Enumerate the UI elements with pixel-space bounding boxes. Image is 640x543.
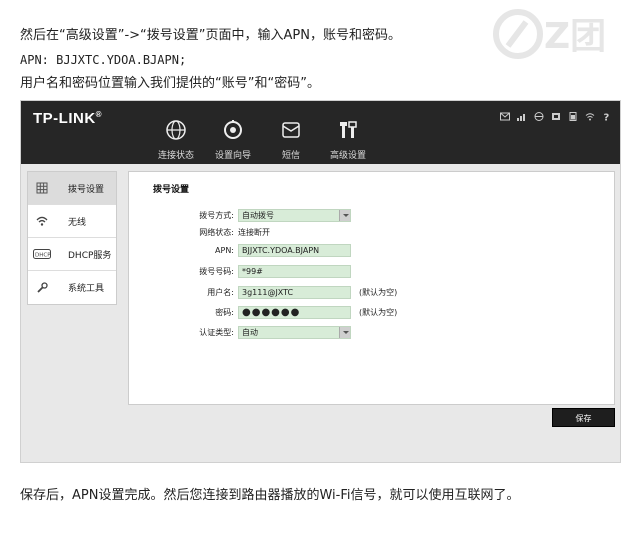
dial-icon <box>36 182 48 194</box>
field-label: APN: <box>215 245 234 255</box>
svg-text:DHCP: DHCP <box>35 253 51 259</box>
net-status-value: 连接断开 <box>238 227 270 237</box>
field-label: 用户名: <box>207 287 234 297</box>
nav-label: 短信 <box>281 151 300 161</box>
field-label: 拨号方式: <box>199 210 234 220</box>
dial-mode-select[interactable]: 自动拨号 <box>238 208 351 222</box>
chevron-down-icon <box>339 209 350 221</box>
mail-icon[interactable] <box>500 106 510 121</box>
field-row-apn: APN: BJJXTC.YDOA.BJAPN <box>129 243 351 257</box>
field-label: 网络状态: <box>199 227 234 237</box>
sidebar-item-label: DHCP服务 <box>68 250 112 261</box>
router-screenshot: TP-LINK® 连接状态 设置向导 短信 高级设置 ? 拨号设置 无线 DHC… <box>20 100 621 463</box>
nav-setup-wizard[interactable]: 设置向导 <box>201 119 265 161</box>
field-label: 密码: <box>215 307 234 317</box>
nav-label: 连接状态 <box>157 151 194 161</box>
battery-icon <box>568 106 578 121</box>
field-row-dial-number: 拨号号码: *99# <box>129 264 351 278</box>
tools-icon <box>340 121 357 138</box>
sidebar-item-dial-settings[interactable]: 拨号设置 <box>28 172 116 205</box>
password-input[interactable]: ●●●●●● <box>238 305 351 319</box>
field-row-net-status: 网络状态: 连接断开 <box>129 225 270 239</box>
field-row-password: 密码: ●●●●●● (默认为空) <box>129 305 397 319</box>
nav-label: 高级设置 <box>329 151 366 161</box>
username-input[interactable]: 3g111@JXTC <box>238 285 351 299</box>
sidebar-item-system-tools[interactable]: 系统工具 <box>28 271 116 304</box>
help-icon[interactable]: ? <box>602 106 612 124</box>
brand-logo: TP-LINK® <box>33 110 103 127</box>
intro-line-1: 然后在“高级设置”->“拨号设置”页面中，输入APN，账号和密码。 <box>20 28 401 43</box>
nav-label: 设置向导 <box>214 151 251 161</box>
field-row-auth-type: 认证类型: 自动 <box>129 325 351 339</box>
setup-wizard-icon <box>224 120 242 139</box>
svg-text:?: ? <box>604 113 610 122</box>
default-empty-note: (默认为空) <box>359 307 398 317</box>
wifi-icon <box>36 216 48 226</box>
field-label: 拨号号码: <box>199 266 234 276</box>
nav-advanced-settings[interactable]: 高级设置 <box>316 119 380 161</box>
dial-number-input[interactable]: *99# <box>238 264 351 278</box>
globe-icon <box>534 106 544 121</box>
apn-input[interactable]: BJJXTC.YDOA.BJAPN <box>238 243 351 257</box>
intro-line-3: 用户名和密码位置输入我们提供的“账号”和“密码”。 <box>20 76 320 91</box>
sidebar-item-label: 拨号设置 <box>68 184 105 195</box>
intro-text: 然后在“高级设置”->“拨号设置”页面中，输入APN，账号和密码。 APN: B… <box>20 24 620 96</box>
dhcp-icon: DHCP <box>33 249 51 259</box>
router-sidebar: 拨号设置 无线 DHCP DHCP服务 系统工具 <box>27 171 117 305</box>
field-row-dial-mode: 拨号方式: 自动拨号 <box>129 208 351 222</box>
panel-title: 拨号设置 <box>153 185 190 195</box>
router-topbar: TP-LINK® 连接状态 设置向导 短信 高级设置 ? <box>21 101 620 164</box>
globe-icon <box>166 120 186 140</box>
sidebar-item-label: 无线 <box>68 217 87 228</box>
nav-connection-status[interactable]: 连接状态 <box>144 119 208 161</box>
wifi-icon <box>585 106 595 121</box>
save-button[interactable]: 保存 <box>552 408 615 427</box>
field-row-username: 用户名: 3g111@JXTC (默认为空) <box>129 285 397 299</box>
sidebar-item-wireless[interactable]: 无线 <box>28 205 116 238</box>
sim-icon <box>551 106 561 120</box>
dial-settings-panel: 拨号设置 拨号方式: 自动拨号 网络状态: 连接断开 APN: BJJXTC.Y… <box>128 171 615 405</box>
default-empty-note: (默认为空) <box>359 287 398 297</box>
envelope-icon <box>282 122 300 138</box>
field-label: 认证类型: <box>199 327 234 337</box>
intro-line-apn: APN: BJJXTC.YDOA.BJAPN; <box>20 53 187 67</box>
status-icons: ? <box>500 106 612 124</box>
outro-text: 保存后，APN设置完成。然后您连接到路由器播放的Wi-Fi信号，就可以使用互联网… <box>20 488 520 503</box>
auth-type-select[interactable]: 自动 <box>238 325 351 339</box>
sidebar-item-dhcp[interactable]: DHCP DHCP服务 <box>28 238 116 271</box>
nav-sms[interactable]: 短信 <box>259 119 323 161</box>
wrench-icon <box>37 281 48 293</box>
signal-icon <box>517 106 527 121</box>
sidebar-item-label: 系统工具 <box>68 284 105 294</box>
chevron-down-icon <box>339 326 350 338</box>
